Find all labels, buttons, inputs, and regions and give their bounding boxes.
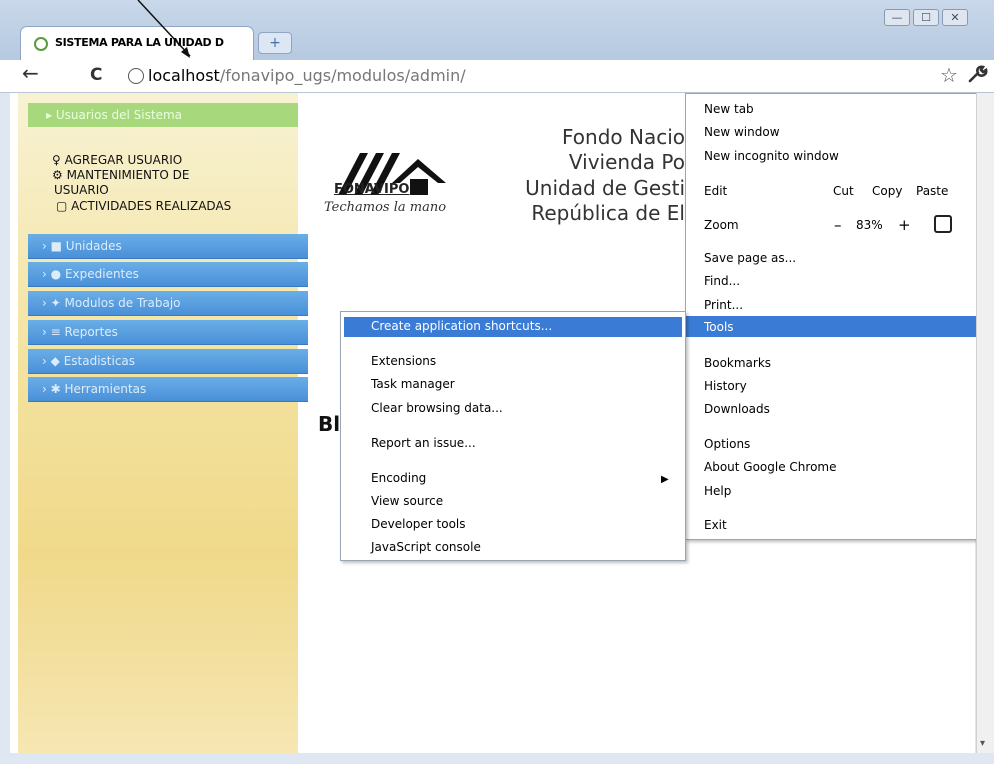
logo-name: FONAVIPO xyxy=(334,182,410,197)
modules-icon: ✦ xyxy=(50,296,61,310)
menu-item-copy[interactable]: Copy xyxy=(872,184,902,198)
maintenance-label: MANTENIMIENTO DE xyxy=(66,168,190,182)
tab-title: SISTEMA PARA LA UNIDAD D xyxy=(55,36,224,49)
sidebar-item-label: Modulos de Trabajo xyxy=(64,296,181,310)
menu-item-about[interactable]: About Google Chrome xyxy=(704,460,837,474)
submenu-item-js-console[interactable]: JavaScript console xyxy=(371,540,481,554)
logo-slogan: Techamos la mano xyxy=(324,200,447,215)
address-bar[interactable]: localhost/fonavipo_ugs/modulos/admin/ xyxy=(148,66,466,85)
activities-label: ACTIVIDADES REALIZADAS xyxy=(71,199,232,213)
add-user-label: AGREGAR USUARIO xyxy=(64,153,183,167)
encoding-arrow-icon: ▶ xyxy=(661,474,669,485)
submenu-item-view-source[interactable]: View source xyxy=(371,494,443,508)
bookmark-star-icon[interactable]: ☆ xyxy=(940,63,958,87)
sidebar-item-label: Reportes xyxy=(64,325,118,339)
submenu-item-clear-browsing[interactable]: Clear browsing data... xyxy=(371,401,503,415)
users-icon: ▸ xyxy=(46,108,56,122)
vertical-scrollbar[interactable]: ▾ xyxy=(976,93,994,753)
menu-item-options[interactable]: Options xyxy=(704,437,750,451)
sidebar-item-modulos[interactable]: › ✦ Modulos de Trabajo xyxy=(28,291,308,316)
stats-icon: ◆ xyxy=(50,354,60,368)
fullscreen-icon[interactable] xyxy=(934,215,952,233)
page-info-icon[interactable] xyxy=(128,68,144,84)
zoom-in-button[interactable]: + xyxy=(898,216,911,234)
page-heading-fragment: Bl xyxy=(318,412,341,436)
user-add-icon: ♀ xyxy=(52,153,65,167)
menu-item-exit[interactable]: Exit xyxy=(704,518,727,532)
menu-item-print[interactable]: Print... xyxy=(704,298,743,312)
org-line-4: República de El xyxy=(531,201,685,225)
menu-item-cut[interactable]: Cut xyxy=(833,184,854,198)
add-user-link[interactable]: ♀ AGREGAR USUARIO xyxy=(52,153,182,167)
home-icon: ■ xyxy=(50,239,62,253)
menu-item-bookmarks[interactable]: Bookmarks xyxy=(704,356,771,370)
sidebar-item-expedientes[interactable]: › ● Expedientes xyxy=(28,262,308,287)
menu-item-zoom: Zoom xyxy=(704,218,739,232)
tools-icon: ✱ xyxy=(50,382,61,396)
zoom-value: 83% xyxy=(856,218,883,232)
menu-item-save-page[interactable]: Save page as... xyxy=(704,251,796,265)
reload-button[interactable]: C xyxy=(90,64,102,86)
menu-item-paste[interactable]: Paste xyxy=(916,184,948,198)
globe-icon xyxy=(34,37,48,51)
menu-item-new-incognito[interactable]: New incognito window xyxy=(704,149,839,163)
submenu-item-report-issue[interactable]: Report an issue... xyxy=(371,436,476,450)
org-line-1: Fondo Nacio xyxy=(562,125,685,149)
sidebar-item-unidades[interactable]: › ■ Unidades xyxy=(28,234,308,259)
gears-icon: ⚙ xyxy=(52,168,67,182)
sidebar-item-label: Expedientes xyxy=(64,267,139,281)
submenu-item-encoding[interactable]: Encoding xyxy=(371,471,426,485)
wrench-menu: New tab New window New incognito window … xyxy=(685,93,990,540)
browser-window: SISTEMA PARA LA UNIDAD D + — ☐ ✕ ← C local… xyxy=(0,0,994,764)
submenu-item-extensions[interactable]: Extensions xyxy=(371,354,436,368)
submenu-item-create-shortcuts[interactable]: Create application shortcuts... xyxy=(371,319,552,333)
submenu-item-developer-tools[interactable]: Developer tools xyxy=(371,517,466,531)
minimize-button[interactable]: — xyxy=(884,9,910,26)
new-tab-button[interactable]: + xyxy=(258,32,292,54)
zoom-out-button[interactable]: – xyxy=(834,216,842,234)
plus-icon: + xyxy=(269,35,281,51)
wrench-icon[interactable] xyxy=(966,63,988,90)
sidebar-item-label: Herramientas xyxy=(64,382,147,396)
maintenance-link[interactable]: ⚙ MANTENIMIENTO DE xyxy=(52,168,189,182)
url-path: /fonavipo_ugs/modulos/admin/ xyxy=(219,66,466,85)
maintenance-link-cont[interactable]: USUARIO xyxy=(54,183,109,197)
org-line-2: Vivienda Po xyxy=(568,150,685,174)
wrench-glyph xyxy=(968,65,988,83)
url-host: localhost xyxy=(148,66,220,85)
menu-item-new-tab[interactable]: New tab xyxy=(704,102,754,116)
sidebar-header-label: Usuarios del Sistema xyxy=(55,108,182,122)
back-button[interactable]: ← xyxy=(22,62,39,84)
sidebar: ▸ Usuarios del Sistema ♀ AGREGAR USUARIO… xyxy=(18,93,308,753)
close-button[interactable]: ✕ xyxy=(942,9,968,26)
sidebar-item-estadisticas[interactable]: › ◆ Estadisticas xyxy=(28,349,308,374)
menu-item-edit: Edit xyxy=(704,184,728,198)
sidebar-item-label: Estadisticas xyxy=(63,354,136,368)
sidebar-header[interactable]: ▸ Usuarios del Sistema xyxy=(28,103,298,127)
menu-item-help[interactable]: Help xyxy=(704,484,731,498)
sidebar-item-label: Unidades xyxy=(65,239,122,253)
folder-icon: ● xyxy=(50,267,62,281)
browser-tab[interactable]: SISTEMA PARA LA UNIDAD D xyxy=(20,26,254,60)
sidebar-item-reportes[interactable]: › ≡ Reportes xyxy=(28,320,308,345)
org-line-3: Unidad de Gesti xyxy=(525,176,685,200)
window-controls: — ☐ ✕ xyxy=(884,6,984,26)
menu-item-find[interactable]: Find... xyxy=(704,274,740,288)
menu-item-tools[interactable]: Tools xyxy=(704,320,734,334)
submenu-item-task-manager[interactable]: Task manager xyxy=(371,377,455,391)
sidebar-item-herramientas[interactable]: › ✱ Herramientas xyxy=(28,377,308,402)
maximize-button[interactable]: ☐ xyxy=(913,9,939,26)
document-icon: ▢ xyxy=(56,199,72,213)
menu-item-downloads[interactable]: Downloads xyxy=(704,402,770,416)
scroll-down-icon[interactable]: ▾ xyxy=(980,738,985,749)
menu-item-new-window[interactable]: New window xyxy=(704,125,780,139)
report-icon: ≡ xyxy=(50,325,61,339)
menu-item-history[interactable]: History xyxy=(704,379,747,393)
tools-submenu: Create application shortcuts... Extensio… xyxy=(340,311,686,561)
activities-link[interactable]: ▢ ACTIVIDADES REALIZADAS xyxy=(56,199,231,213)
